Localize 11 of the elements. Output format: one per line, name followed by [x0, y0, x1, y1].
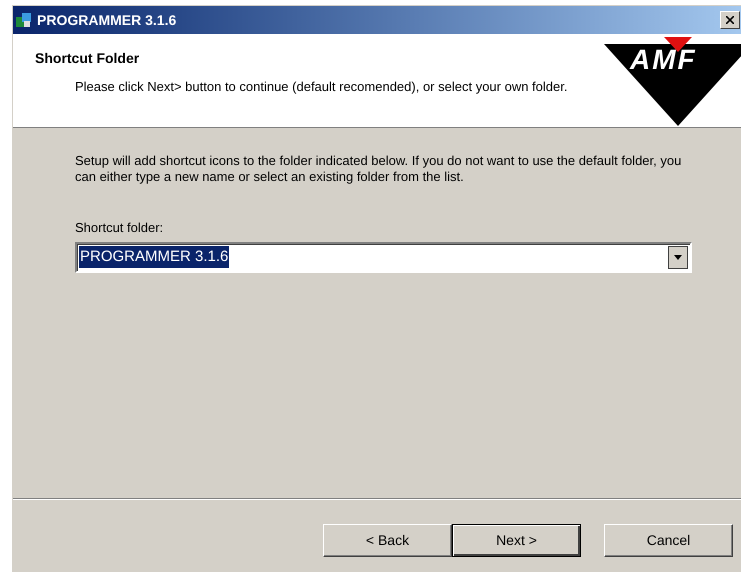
folder-dropdown[interactable]: PROGRAMMER 3.1.6: [75, 242, 692, 272]
field-value: PROGRAMMER 3.1.6: [79, 246, 230, 268]
description: Setup will add shortcut icons to the folder indicated below. If you do not want to use the default folder, you can either type a new name or select an existing folder from the list.: [75, 153, 682, 185]
page-subtitle: Please click Next> button to continue (default recomended), or select your own folder.: [74, 78, 568, 95]
field-label: Shortcut folder:: [75, 219, 164, 237]
logo-text: AMF: [630, 46, 697, 74]
wizard-button[interactable]: Cancel: [604, 524, 733, 557]
page-title: Shortcut Folder: [35, 49, 140, 68]
wizard-button[interactable]: < Back: [323, 524, 452, 557]
wizard-button[interactable]: Next >: [452, 524, 581, 557]
window-title: PROGRAMMER 3.1.6: [37, 10, 176, 30]
